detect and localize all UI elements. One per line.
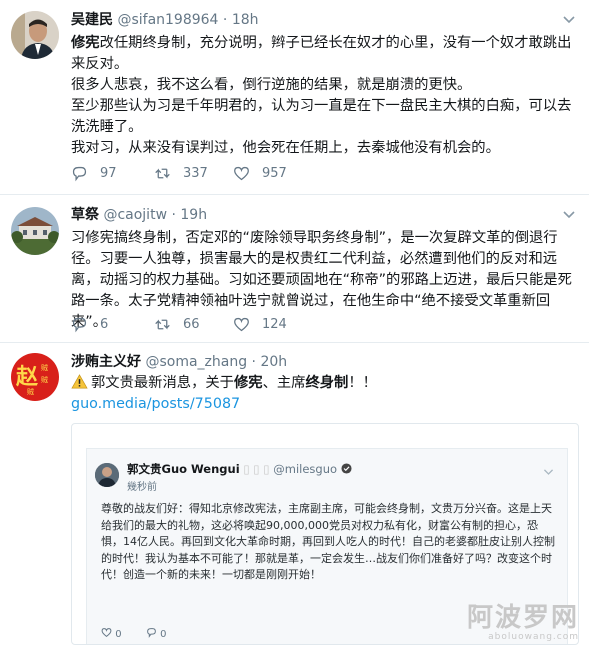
user-handle[interactable]: @sifan198964 bbox=[117, 12, 218, 28]
heart-icon bbox=[101, 628, 112, 637]
avatar bbox=[95, 463, 119, 487]
display-name[interactable]: 吴建民 bbox=[71, 12, 113, 28]
timestamp[interactable]: 20h bbox=[260, 354, 287, 370]
warning-icon bbox=[71, 374, 88, 389]
retweet-icon bbox=[155, 168, 170, 179]
display-name[interactable]: 涉贿主义好 bbox=[71, 354, 141, 370]
reply-button[interactable]: 97 bbox=[71, 165, 117, 182]
retweet-button[interactable]: 337 bbox=[154, 165, 208, 182]
chevron-down-icon[interactable] bbox=[561, 206, 577, 222]
reply-button[interactable]: 6 bbox=[71, 316, 108, 333]
tweet-header: 草祭 @caojitw · 19h bbox=[71, 207, 208, 223]
tweet-text: 修宪改任期终身制，充分说明，辫子已经长在奴才的心里，没有一个奴才敢跳出来反对。 … bbox=[71, 35, 572, 156]
timestamp[interactable]: 19h bbox=[180, 207, 207, 223]
user-handle[interactable]: @caojitw bbox=[103, 207, 167, 223]
embedded-header: 郭文贵Guo Wengui ▯ ▯ ▯ @milesguo bbox=[127, 461, 352, 477]
tweet-header: 吴建民 @sifan198964 · 18h bbox=[71, 12, 259, 28]
avatar[interactable] bbox=[11, 11, 59, 59]
retweet-count: 66 bbox=[183, 317, 200, 332]
user-handle[interactable]: @soma_zhang bbox=[145, 354, 247, 370]
like-count: 124 bbox=[262, 317, 287, 332]
flag-icon: ▯ ▯ ▯ bbox=[243, 462, 270, 476]
tweet-2[interactable]: 草祭 @caojitw · 19h 习修宪搞终身制，否定邓的“废除领导职务终身制… bbox=[0, 195, 589, 343]
tweet-1[interactable]: 吴建民 @sifan198964 · 18h 修宪改任期终身制，充分说明，辫子已… bbox=[0, 0, 589, 195]
like-button[interactable]: 957 bbox=[233, 165, 287, 182]
reply-icon bbox=[72, 166, 87, 182]
avatar[interactable]: 赵 贼 贼 贼 bbox=[11, 353, 59, 401]
comment-icon bbox=[147, 628, 156, 638]
avatar[interactable] bbox=[11, 207, 59, 255]
post-link[interactable]: guo.media/posts/75087 bbox=[71, 396, 240, 412]
retweet-button[interactable]: 66 bbox=[154, 316, 200, 333]
reply-count: 97 bbox=[100, 166, 117, 181]
heart-icon bbox=[234, 166, 249, 181]
embedded-text: 尊敬的战友们好：得知北京修改宪法，主席副主席，可能会终身制，文贵万分兴奋。这是上… bbox=[101, 502, 555, 581]
verified-badge-icon bbox=[341, 463, 352, 474]
like-button[interactable]: 124 bbox=[233, 316, 287, 333]
like-count: 957 bbox=[262, 166, 287, 181]
retweet-icon bbox=[155, 319, 170, 330]
tweet-text: 习修宪搞终身制，否定邓的“废除领导职务终身制”，是一次复辟文革的倒退行径。习要一… bbox=[71, 230, 572, 330]
reply-count: 6 bbox=[100, 317, 109, 332]
tweet-header: 涉贿主义好 @soma_zhang · 20h bbox=[71, 354, 288, 370]
chevron-down-icon bbox=[543, 469, 554, 475]
timestamp[interactable]: 18h bbox=[232, 12, 259, 28]
heart-icon bbox=[234, 317, 249, 332]
embedded-handle: @milesguo bbox=[273, 462, 338, 476]
chevron-down-icon[interactable] bbox=[561, 11, 577, 27]
display-name[interactable]: 草祭 bbox=[71, 207, 99, 223]
embedded-actions: 0 0 bbox=[101, 627, 167, 640]
tweet-text: 郭文贵最新消息，关于修宪、主席终身制！！ guo.media/posts/750… bbox=[71, 374, 377, 412]
embedded-name: 郭文贵Guo Wengui bbox=[127, 462, 240, 476]
reply-icon bbox=[72, 317, 87, 333]
retweet-count: 337 bbox=[183, 166, 208, 181]
embedded-time: 幾秒前 bbox=[127, 482, 157, 493]
watermark: 阿波罗网 aboluowang.com bbox=[466, 603, 579, 642]
